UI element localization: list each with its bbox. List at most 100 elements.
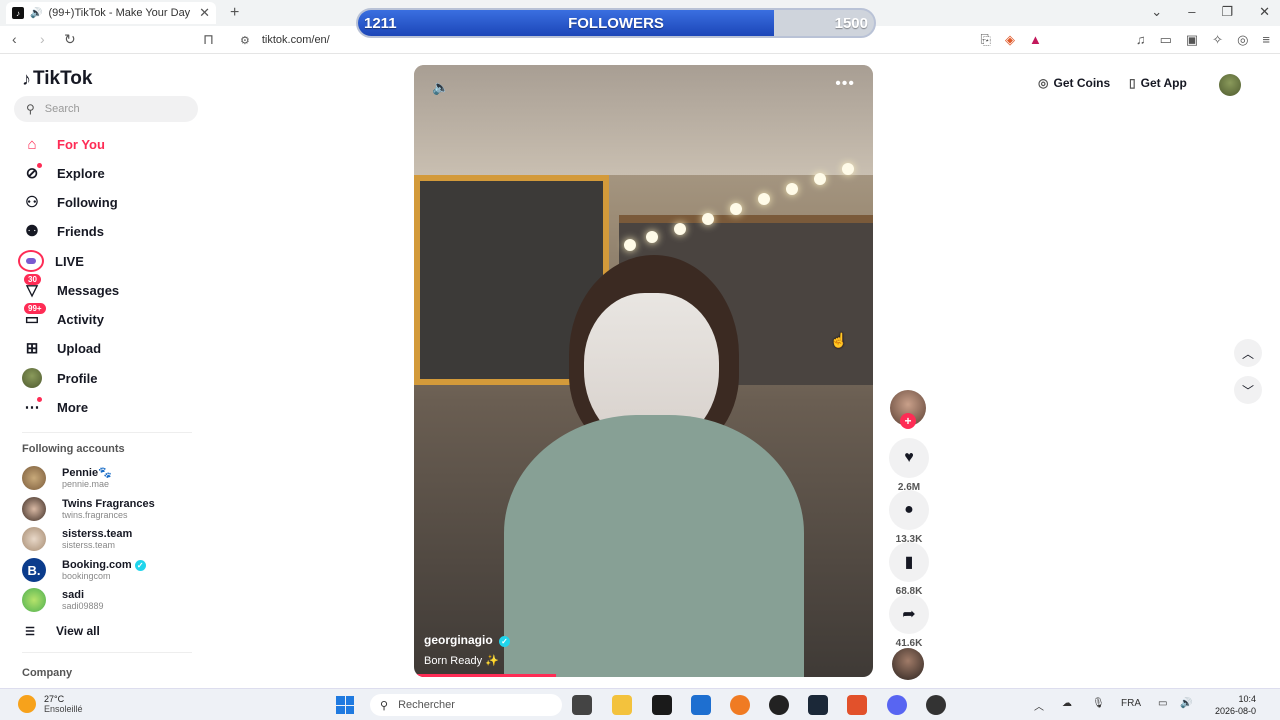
new-tab-button[interactable]: + (230, 4, 239, 22)
tab-search-icon[interactable]: ⌄ (1151, 4, 1162, 20)
shirt (504, 415, 804, 677)
like-action[interactable]: ♥ 2.6M (886, 438, 932, 493)
heart-icon[interactable]: ♥ (889, 438, 929, 478)
tiktok-favicon-icon: ♪ (12, 7, 24, 19)
verified-icon: ✓ (134, 560, 146, 571)
comment-icon[interactable]: ● (889, 490, 929, 530)
get-app-label: Get App (1140, 76, 1187, 90)
network-icon[interactable]: ▭ (1158, 698, 1167, 709)
forward-icon[interactable]: › (40, 31, 45, 47)
close-window-icon[interactable]: ✕ (1259, 4, 1270, 20)
weather-widget[interactable]: 27°C Ensoleillé (18, 694, 83, 714)
browser-tab[interactable]: ♪ 🔊 (99+)TikTok - Make Your Day ✕ (6, 2, 216, 24)
share-action[interactable]: ➦ 41.6K (886, 594, 932, 649)
vpn-icon[interactable]: ◎ (1237, 32, 1248, 48)
account-item[interactable]: B. Booking.com ✓ bookingcom (22, 557, 202, 583)
leo-icon[interactable]: ✧ (1212, 32, 1223, 48)
volume-icon[interactable]: 🔈 (432, 79, 449, 96)
save-action[interactable]: ▮ 68.8K (886, 542, 932, 597)
podcast-icon[interactable] (730, 695, 750, 715)
share-icon[interactable]: ➦ (889, 594, 929, 634)
account-item[interactable]: sisterss.team sisterss.team (22, 526, 202, 552)
coin-icon: ◎ (1038, 76, 1049, 90)
back-icon[interactable]: ‹ (12, 31, 17, 47)
nav-following[interactable]: ⚇ Following (22, 190, 202, 214)
nav-friends[interactable]: ⚉ Friends (22, 219, 202, 243)
nav-label: Following (57, 194, 118, 210)
app-icon[interactable] (652, 695, 672, 715)
account-name: Pennie🐾 (62, 467, 112, 479)
task-view-icon[interactable] (572, 695, 592, 715)
site-info-icon[interactable]: ⚙ (240, 34, 250, 47)
chevron-up-icon[interactable]: ︿ (1034, 698, 1044, 713)
sidebar: ♪ TikTok ⚲ Search ⌂ For You ⊘ Explore ⚇ … (0, 54, 210, 688)
music-disc-avatar[interactable] (892, 648, 924, 680)
mic-icon[interactable]: 🎙 (1092, 698, 1105, 709)
clock[interactable]: 10:4 2026-08-0 (1215, 693, 1256, 717)
comment-action[interactable]: ● 13.3K (886, 490, 932, 545)
follow-plus-icon[interactable]: + (900, 413, 916, 429)
followers-progress-bar: 1211 FOLLOWERS 1500 (356, 8, 876, 38)
minimize-icon[interactable]: – (1188, 4, 1195, 20)
next-video-button[interactable]: ﹀ (1234, 376, 1262, 404)
previous-video-button[interactable]: ︿ (1234, 339, 1262, 367)
search-icon: ⚲ (26, 102, 35, 116)
translate-icon[interactable]: ⎘ (981, 32, 991, 48)
list-icon: ☰ (25, 625, 35, 638)
language-indicator[interactable]: FRA (1121, 698, 1141, 709)
weather-text: Ensoleillé (44, 704, 83, 714)
restore-icon[interactable]: ❐ (1221, 4, 1233, 20)
speaker-icon[interactable]: 🔊 (30, 8, 42, 19)
app-icon[interactable] (926, 695, 946, 715)
sun-icon (18, 695, 36, 713)
bookmark-icon[interactable]: ⊓ (203, 31, 214, 48)
get-app-button[interactable]: ▯ Get App (1129, 76, 1187, 90)
rewards-icon[interactable]: ▲ (1029, 32, 1042, 48)
nav-profile[interactable]: Profile (22, 366, 202, 390)
menu-icon[interactable]: ≡ (1262, 32, 1270, 48)
windows-start-icon[interactable] (336, 696, 354, 714)
logo-text: TikTok (33, 68, 93, 89)
date: 2026-08-0 (1214, 706, 1256, 716)
avatar (22, 497, 46, 521)
cloud-icon[interactable]: ☁ (1062, 698, 1072, 709)
nav-for-you[interactable]: ⌂ For You (22, 132, 202, 156)
nav-upload[interactable]: ⊞ Upload (22, 336, 202, 360)
steam-icon[interactable] (808, 695, 828, 715)
nav-messages[interactable]: ▽ 30 Messages (22, 274, 202, 302)
close-tab-icon[interactable]: ✕ (199, 5, 210, 21)
reload-icon[interactable]: ↻ (64, 31, 76, 48)
video-player[interactable]: 🔈 ••• georginagio ✓ Born Ready ✨ (414, 65, 873, 677)
nav-activity[interactable]: ▭ 99+ Activity (22, 303, 202, 331)
file-explorer-icon[interactable] (612, 695, 632, 715)
get-coins-button[interactable]: ◎ Get Coins (1038, 76, 1110, 90)
video-username[interactable]: georginagio ✓ (424, 633, 511, 647)
search-input[interactable]: ⚲ Search (14, 96, 198, 122)
tiktok-logo[interactable]: ♪ TikTok (22, 68, 92, 90)
account-item[interactable]: Pennie🐾 pennie.mae (22, 465, 202, 491)
account-item[interactable]: sadi sadi09889 (22, 587, 202, 613)
taskbar-search[interactable]: ⚲ Rechercher (370, 694, 562, 716)
sidebar-toggle-icon[interactable]: ▭ (1160, 32, 1172, 48)
github-icon[interactable] (769, 695, 789, 715)
bookmark-icon[interactable]: ▮ (889, 542, 929, 582)
media-icon[interactable]: ♫ (1136, 32, 1146, 48)
brave-shield-icon[interactable]: ◈ (1005, 32, 1015, 48)
user-avatar[interactable] (1219, 74, 1241, 96)
nav-more[interactable]: ⋯ More (22, 395, 202, 419)
search-icon: ⚲ (380, 699, 389, 712)
wallet-icon[interactable]: ▣ (1186, 32, 1198, 48)
video-progress-bar[interactable] (414, 674, 557, 677)
volume-icon[interactable]: 🔊 (1180, 698, 1192, 709)
nav-live[interactable]: LIVE (18, 249, 202, 273)
video-caption: Born Ready ✨ (424, 655, 499, 667)
company-link[interactable]: Company (22, 667, 72, 679)
brave-icon[interactable] (847, 695, 867, 715)
more-options-icon[interactable]: ••• (835, 75, 855, 93)
nav-label: LIVE (55, 253, 84, 269)
store-icon[interactable] (691, 695, 711, 715)
discord-icon[interactable] (887, 695, 907, 715)
account-item[interactable]: Twins Fragrances twins.fragrances (22, 496, 202, 522)
view-all-link[interactable]: ☰ View all (22, 619, 202, 643)
nav-explore[interactable]: ⊘ Explore (22, 161, 202, 185)
